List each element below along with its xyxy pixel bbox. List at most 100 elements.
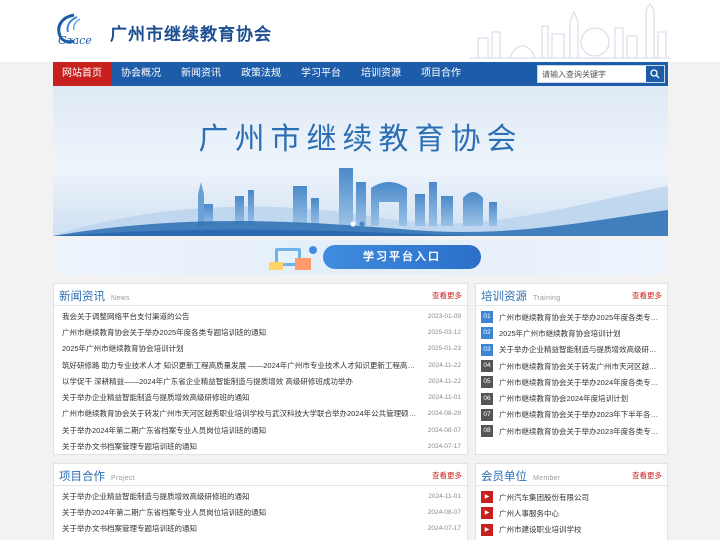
member-row[interactable]: ▶ 广州人事服务中心 — [481, 505, 661, 521]
training-row-title[interactable]: 广州市继续教育协会关于举办2023年下半年各类专... — [499, 409, 662, 420]
training-row[interactable]: 02 2025年广州市继续教育协会培训计划 — [481, 325, 662, 341]
news-row-title[interactable]: 广州市继续教育协会关于举办2025年度各类专题培训班的通知 — [62, 327, 420, 338]
projects-row[interactable]: 关于举办文书档案管理专题培训班的通知 2024-07-17 — [62, 521, 461, 537]
nav-item-news[interactable]: 新闻资讯 — [171, 62, 231, 86]
main-nav: 网站首页 协会概况 新闻资讯 政策法规 学习平台 培训资源 项目合作 — [53, 62, 668, 86]
nav-item-about[interactable]: 协会概况 — [111, 62, 171, 86]
training-row-number: 02 — [481, 327, 493, 340]
search-button[interactable] — [646, 66, 664, 82]
learning-platform-bar[interactable]: 学习平台入口 — [53, 240, 668, 274]
training-title: 培训资源 — [481, 291, 527, 303]
carousel-dots[interactable] — [348, 220, 372, 228]
learning-platform-link[interactable]: 学习平台入口 — [323, 245, 481, 269]
member-name[interactable]: 广州市建设职业培训学校 — [499, 524, 661, 535]
carousel-dot-2 — [359, 221, 365, 227]
projects-row-date: 2024-07-17 — [427, 525, 461, 533]
projects-panel: 项目合作 Project 查看更多 关于举办企业精益智能制造与提质增效高级研修班的… — [53, 463, 468, 540]
training-row-title[interactable]: 关于举办企业精益智能制造与提质增效高级研修班... — [499, 344, 662, 355]
training-row[interactable]: 08 广州市继续教育协会关于举办2023年度各类专题培训... — [481, 423, 662, 439]
news-row[interactable]: 2025年广州市继续教育协会培训计划 2025-01-23 — [62, 341, 461, 357]
members-panel-header: 会员单位 Member 查看更多 — [476, 464, 667, 486]
news-panel-header: 新闻资讯 News 查看更多 — [54, 284, 467, 306]
training-row[interactable]: 05 广州市继续教育协会关于举办2024年度各类专题培... — [481, 374, 662, 390]
projects-list: 关于举办企业精益智能制造与提质增效高级研修班的通知 2024-11-01 关于举办2… — [54, 486, 467, 537]
training-row-number: 06 — [481, 392, 493, 405]
news-row[interactable]: 关于举办2024年第二期广东省档案专业人员岗位培训班的通知 2024-08-07 — [62, 422, 461, 438]
news-title: 新闻资讯 — [59, 291, 105, 303]
training-more-link[interactable]: 查看更多 — [632, 290, 662, 301]
news-row[interactable]: 以学促干 深耕精益——2024年广东省企业精益智能制造与提质增效 高级研修班成功… — [62, 373, 461, 389]
news-row[interactable]: 广州市继续教育协会关于转发广州市天河区越秀职业培训学校与武汉科技大学联合举办20… — [62, 406, 461, 422]
member-icon: ▶ — [481, 491, 493, 504]
training-panel: 培训资源 Training 查看更多 01 广州市继续教育协会关于举办2025年度各… — [475, 283, 668, 455]
member-row[interactable]: ▶ 广州汽车集团股份有限公司 — [481, 489, 661, 505]
news-list: 我会关于调整网络平台支付渠道的公告 2023-01-09 广州市继续教育协会关于举办… — [54, 306, 467, 455]
member-name[interactable]: 广州人事服务中心 — [499, 508, 661, 519]
projects-row[interactable]: 关于举办企业精益智能制造与提质增效高级研修班的通知 2024-11-01 — [62, 488, 461, 504]
news-row-title[interactable]: 关于举办2024年第二期广东省档案专业人员岗位培训班的通知 — [62, 425, 420, 436]
training-row[interactable]: 03 关于举办企业精益智能制造与提质增效高级研修班... — [481, 342, 662, 358]
member-name[interactable]: 广州汽车集团股份有限公司 — [499, 492, 661, 503]
news-row[interactable]: 我会关于调整网络平台支付渠道的公告 2023-01-09 — [62, 308, 461, 324]
news-row-date: 2024-11-22 — [428, 361, 461, 369]
training-row-title[interactable]: 2025年广州市继续教育协会培训计划 — [499, 328, 662, 339]
projects-row-title[interactable]: 关于举办2024年第二期广东省档案专业人员岗位培训班的通知 — [62, 507, 420, 518]
training-row[interactable]: 04 广州市继续教育协会关于转发广州市天河区越秀职... — [481, 358, 662, 374]
projects-row-title[interactable]: 关于举办企业精益智能制造与提质增效高级研修班的通知 — [62, 491, 420, 502]
members-list: ▶ 广州汽车集团股份有限公司 ▶ 广州人事服务中心 ▶ 广州市建设职业培训学校 — [476, 486, 667, 538]
training-row-title[interactable]: 广州市继续教育协会关于转发广州市天河区越秀职... — [499, 361, 662, 372]
news-row-title[interactable]: 2025年广州市继续教育协会培训计划 — [62, 343, 420, 354]
projects-row-title[interactable]: 关于举办文书档案管理专题培训班的通知 — [62, 523, 420, 534]
nav-item-learning[interactable]: 学习平台 — [291, 62, 351, 86]
projects-title: 项目合作 — [59, 471, 105, 483]
news-row-title[interactable]: 关于举办企业精益智能制造与提质增效高级研修班的通知 — [62, 392, 420, 403]
news-more-link[interactable]: 查看更多 — [432, 290, 462, 301]
nav-item-home[interactable]: 网站首页 — [53, 62, 111, 86]
projects-row[interactable]: 关于举办2024年第二期广东省档案专业人员岗位培训班的通知 2024-08-07 — [62, 504, 461, 520]
nav-item-training[interactable]: 培训资源 — [351, 62, 411, 86]
nav-item-projects[interactable]: 项目合作 — [411, 62, 471, 86]
training-subtitle: Training — [533, 295, 561, 302]
training-row[interactable]: 01 广州市继续教育协会关于举办2025年度各类专题培... — [481, 309, 662, 325]
news-row-date: 2024-08-28 — [427, 410, 461, 418]
member-icon: ▶ — [481, 523, 493, 536]
search-icon — [650, 69, 660, 79]
gzace-logo[interactable]: Gzace — [52, 12, 104, 46]
training-row[interactable]: 07 广州市继续教育协会关于举办2023年下半年各类专... — [481, 407, 662, 423]
news-row[interactable]: 广州市继续教育协会关于举办2025年度各类专题培训班的通知 2025-03-12 — [62, 324, 461, 340]
training-row[interactable]: 06 广州市继续教育协会2024年度培训计划 — [481, 390, 662, 406]
news-row-date: 2024-07-17 — [427, 443, 461, 451]
projects-row-date: 2024-08-07 — [427, 508, 461, 516]
hero-banner[interactable]: 广州市继续教育协会 — [53, 86, 668, 236]
news-row-title[interactable]: 我会关于调整网络平台支付渠道的公告 — [62, 311, 420, 322]
training-row-title[interactable]: 广州市继续教育协会关于举办2023年度各类专题培训... — [499, 426, 662, 437]
training-row-title[interactable]: 广州市继续教育协会关于举办2025年度各类专题培... — [499, 312, 662, 323]
news-row[interactable]: 关于举办文书档案管理专题培训班的通知 2024-07-17 — [62, 438, 461, 454]
member-row[interactable]: ▶ 广州市建设职业培训学校 — [481, 522, 661, 538]
news-subtitle: News — [111, 295, 130, 302]
training-row-title[interactable]: 广州市继续教育协会2024年度培训计划 — [499, 393, 662, 404]
training-list: 01 广州市继续教育协会关于举办2025年度各类专题培... 02 2025年广州市继… — [476, 306, 667, 439]
news-row-title[interactable]: 关于举办文书档案管理专题培训班的通知 — [62, 441, 420, 452]
members-more-link[interactable]: 查看更多 — [632, 470, 662, 481]
search-input[interactable] — [538, 66, 646, 82]
nav-item-policy[interactable]: 政策法规 — [231, 62, 291, 86]
members-subtitle: Member — [533, 475, 561, 482]
training-row-number: 07 — [481, 408, 493, 421]
training-row-title[interactable]: 广州市继续教育协会关于举办2024年度各类专题培... — [499, 377, 662, 388]
news-row-title[interactable]: 筑好研修路 助力专业技术人才 知识更新工程高质量发展 ——2024年广州市专业技… — [62, 360, 420, 371]
training-panel-header: 培训资源 Training 查看更多 — [476, 284, 667, 306]
news-row[interactable]: 关于举办企业精益智能制造与提质增效高级研修班的通知 2024-11-01 — [62, 389, 461, 405]
news-row-title[interactable]: 以学促干 深耕精益——2024年广东省企业精益智能制造与提质增效 高级研修班成功… — [62, 376, 420, 387]
projects-subtitle: Project — [111, 475, 135, 482]
news-row-date: 2025-01-23 — [427, 345, 461, 353]
training-row-number: 04 — [481, 360, 493, 373]
training-row-number: 01 — [481, 311, 493, 324]
news-row[interactable]: 筑好研修路 助力专业技术人才 知识更新工程高质量发展 ——2024年广州市专业技… — [62, 357, 461, 373]
news-row-date: 2024-11-22 — [428, 377, 461, 385]
city-skyline-graphic — [470, 3, 670, 59]
projects-more-link[interactable]: 查看更多 — [432, 470, 462, 481]
news-row-title[interactable]: 广州市继续教育协会关于转发广州市天河区越秀职业培训学校与武汉科技大学联合举办20… — [62, 408, 420, 419]
training-row-number: 05 — [481, 376, 493, 389]
logo-text: Gzace — [58, 34, 92, 46]
